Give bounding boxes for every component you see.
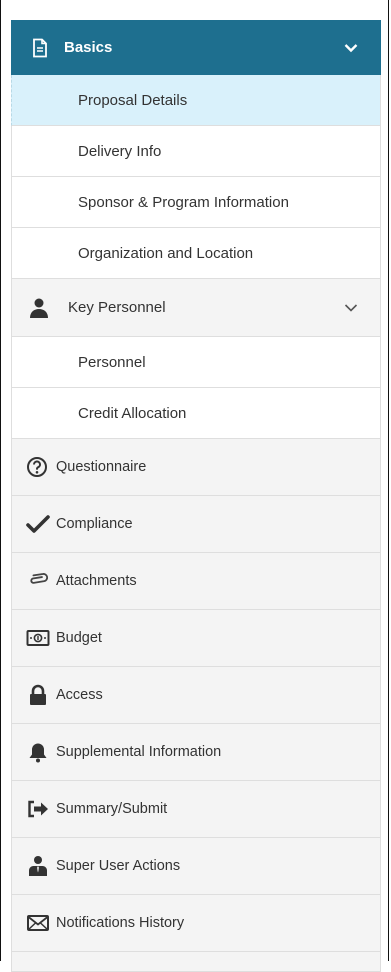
nav-section-label: Attachments xyxy=(56,573,137,589)
nav-section-label: Notifications History xyxy=(56,915,185,931)
nav-item-label: Personnel xyxy=(78,353,146,371)
nav-section-compliance[interactable]: Compliance xyxy=(11,496,381,553)
side-panel: Basics Proposal Details Delivery Info Sp… xyxy=(0,0,389,972)
document-icon xyxy=(30,38,50,58)
nav-item-label: Organization and Location xyxy=(78,244,254,262)
nav-item-personnel[interactable]: Personnel xyxy=(11,337,381,388)
nav-section-budget[interactable]: Budget xyxy=(11,610,381,667)
chevron-down-icon xyxy=(344,43,358,53)
nav-section-label: Key Personnel xyxy=(68,299,166,316)
nav-section-attachments[interactable]: Attachments xyxy=(11,553,381,610)
question-circle-icon xyxy=(26,456,50,478)
money-bill-icon xyxy=(26,627,50,649)
nav-section-label: Supplemental Information xyxy=(56,744,222,760)
nav-item-label: Credit Allocation xyxy=(78,404,187,422)
nav-item-sponsor-program-information[interactable]: Sponsor & Program Information xyxy=(11,177,381,228)
sign-out-arrow-icon xyxy=(26,798,50,820)
lock-icon xyxy=(26,684,50,706)
nav-item-organization-location[interactable]: Organization and Location xyxy=(11,228,381,279)
nav-section-label: Super User Actions xyxy=(56,858,181,874)
nav-section-notifications-history[interactable]: Notifications History xyxy=(11,895,381,952)
chevron-down-icon xyxy=(344,303,358,313)
user-tie-icon xyxy=(26,855,50,877)
paperclip-icon xyxy=(26,570,50,592)
nav-section-label: Compliance xyxy=(56,516,133,532)
nav-section-partial xyxy=(11,952,381,972)
nav-section-questionnaire[interactable]: Questionnaire xyxy=(11,439,381,496)
nav-item-label: Sponsor & Program Information xyxy=(78,193,289,211)
nav-section-label: Summary/Submit xyxy=(56,801,168,817)
nav-section-label: Access xyxy=(56,687,103,703)
nav-item-label: Delivery Info xyxy=(78,142,162,160)
checkmark-icon xyxy=(26,513,50,535)
nav-section-label: Questionnaire xyxy=(56,459,147,475)
envelope-icon xyxy=(26,912,50,934)
nav-item-delivery-info[interactable]: Delivery Info xyxy=(11,126,381,177)
nav-section-summary-submit[interactable]: Summary/Submit xyxy=(11,781,381,838)
nav-section-label: Basics xyxy=(64,39,113,56)
nav-section-basics[interactable]: Basics xyxy=(11,20,381,75)
nav-section-super-user-actions[interactable]: Super User Actions xyxy=(11,838,381,895)
user-icon xyxy=(28,297,50,319)
bell-icon xyxy=(26,741,50,763)
nav-section-supplemental-information[interactable]: Supplemental Information xyxy=(11,724,381,781)
nav-section-label: Budget xyxy=(56,630,102,646)
nav-item-label: Proposal Details xyxy=(78,91,188,109)
proposal-navigation: Basics Proposal Details Delivery Info Sp… xyxy=(11,20,381,972)
nav-section-key-personnel[interactable]: Key Personnel xyxy=(11,279,381,337)
nav-section-access[interactable]: Access xyxy=(11,667,381,724)
nav-item-credit-allocation[interactable]: Credit Allocation xyxy=(11,388,381,439)
nav-item-proposal-details[interactable]: Proposal Details xyxy=(11,75,381,126)
